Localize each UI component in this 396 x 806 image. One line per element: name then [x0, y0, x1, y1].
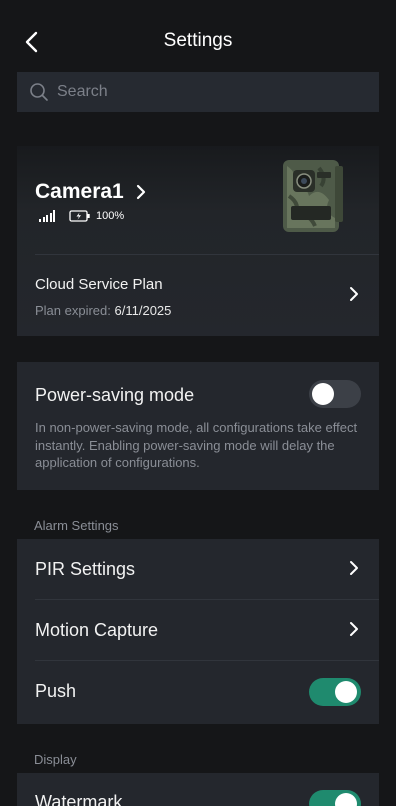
plan-expiry: Plan expired: 6/11/2025 [35, 303, 171, 318]
divider [35, 254, 379, 255]
toggle-knob [335, 793, 357, 806]
motion-capture-label: Motion Capture [35, 620, 159, 640]
camera-card: Camera1 100% Cloud Service Plan Plan exp… [17, 146, 379, 336]
search-icon [17, 72, 57, 112]
camera-name: Camera1 [35, 180, 124, 203]
pir-settings-label: PIR Settings [35, 559, 136, 579]
power-saving-card: Power-saving mode In non-power-saving mo… [17, 362, 379, 490]
camera-thumbnail [279, 156, 347, 236]
display-card: Watermark [17, 773, 379, 806]
plan-expiry-prefix: Plan expired: [35, 303, 111, 318]
power-saving-description: In non-power-saving mode, all configurat… [35, 420, 358, 470]
battery-charging-icon [69, 210, 91, 222]
search-bar[interactable] [17, 72, 379, 112]
toggle-knob [312, 383, 334, 405]
push-label: Push [35, 681, 77, 701]
push-toggle[interactable] [309, 678, 361, 706]
divider [35, 660, 379, 661]
alarm-settings-section-label: Alarm Settings [34, 518, 119, 533]
divider [35, 599, 379, 600]
page-title: Settings [163, 30, 233, 51]
chevron-right-icon [349, 286, 359, 302]
display-section-label: Display [34, 752, 77, 767]
power-saving-toggle[interactable] [309, 380, 361, 408]
power-saving-title: Power-saving mode [35, 385, 195, 405]
watermark-toggle[interactable] [309, 790, 361, 806]
watermark-label: Watermark [35, 792, 123, 806]
signal-strength-icon [39, 210, 55, 222]
cloud-plan-label: Cloud Service Plan [35, 276, 163, 293]
camera-status-row: 100% [39, 210, 124, 222]
toggle-knob [335, 681, 357, 703]
battery-percent: 100% [96, 210, 125, 222]
search-input[interactable] [57, 72, 379, 112]
chevron-right-icon [349, 560, 359, 576]
camera-name-row[interactable]: Camera1 [35, 180, 146, 204]
chevron-right-icon [349, 621, 359, 637]
plan-expiry-date: 6/11/2025 [114, 303, 172, 318]
chevron-right-icon [136, 184, 146, 200]
alarm-settings-card: PIR Settings Motion Capture Push [17, 539, 379, 724]
